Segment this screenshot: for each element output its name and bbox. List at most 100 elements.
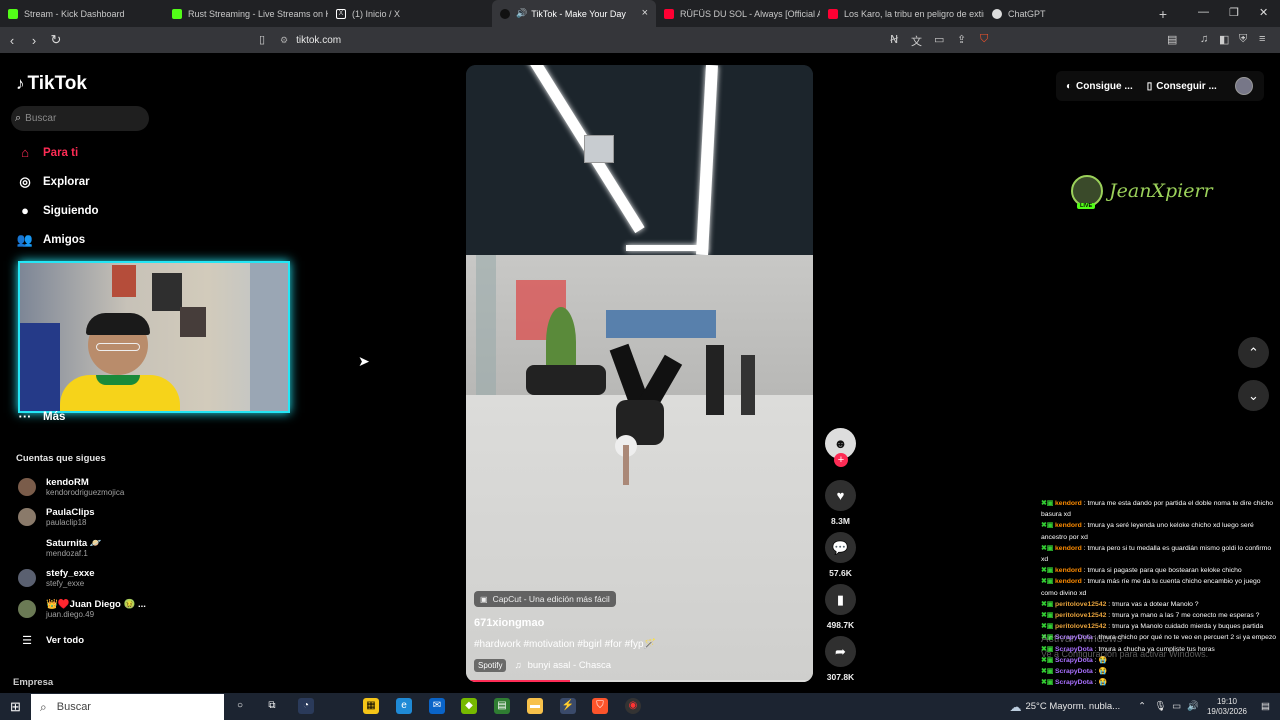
close-tab-icon[interactable]: × <box>642 7 648 19</box>
more-icon: ··· <box>18 409 32 424</box>
vpn-icon[interactable]: ⛨ <box>1239 33 1247 46</box>
browser-tab[interactable]: RÜFÜS DU SOL - Always [Official Au <box>656 0 820 27</box>
like-button[interactable]: ♥ 8.3M <box>825 480 856 526</box>
brave-shield-icon[interactable]: ⛉ <box>980 33 988 46</box>
chat-message: ✖▣ peritolove12542 : tmura ya Manolo cui… <box>1041 621 1277 632</box>
previous-video-button[interactable]: ⌃ <box>1238 337 1269 368</box>
sidebar-icon[interactable]: ▤ <box>1167 33 1177 46</box>
compass-icon: ◎ <box>19 174 31 189</box>
spotify-badge[interactable]: Spotify <box>474 659 507 672</box>
bookmark-icon[interactable]: ▯ <box>259 33 265 46</box>
notification-icon[interactable]: ▤ <box>1261 701 1270 712</box>
followed-account[interactable]: PaulaClips paulaclip18 <box>18 507 95 527</box>
browser-tab-active[interactable]: 🔊 TikTok - Make Your Day × <box>492 0 656 27</box>
video-author[interactable]: 671xiongmao <box>474 617 804 629</box>
close-window-icon[interactable]: ✕ <box>1259 6 1268 19</box>
chat-username: kendord <box>1055 567 1082 575</box>
clock[interactable]: 19:10 19/03/2026 <box>1207 697 1247 717</box>
video-caption: #hardwork #motivation #bgirl #for #fyp🪄 <box>474 639 656 650</box>
see-all-button[interactable]: ☰ Ver todo <box>18 634 84 647</box>
browser-tab[interactable]: X (1) Inicio / X <box>328 0 492 27</box>
company-link[interactable]: Empresa <box>13 677 53 688</box>
next-video-button[interactable]: ⌄ <box>1238 380 1269 411</box>
browser-tab[interactable]: Rust Streaming - Live Streams on Ki <box>164 0 328 27</box>
music-row[interactable]: Spotify ♫ bunyi asal - Chasca <box>474 659 804 672</box>
profile-avatar[interactable] <box>1234 77 1253 95</box>
chat-badge-icon: ✖▣ <box>1041 567 1056 575</box>
microphone-icon[interactable]: 🎙 <box>1154 701 1166 712</box>
coin-icon: ◐ <box>1066 80 1073 92</box>
get-coins-button[interactable]: ◐ Consigue ... <box>1066 81 1133 92</box>
panel-icon[interactable]: ◧ <box>1219 33 1229 46</box>
followed-account[interactable]: Saturnita 🪐 mendozaf.1 <box>18 538 102 558</box>
cortana-icon[interactable]: ○ <box>232 698 248 714</box>
cast-icon[interactable]: ▭ <box>934 33 944 46</box>
live-badge: LIVE <box>1077 203 1096 209</box>
restore-icon[interactable]: ❐ <box>1229 6 1239 19</box>
chatgpt-icon <box>992 8 1002 19</box>
get-app-button[interactable]: ▯ Conseguir ... <box>1147 81 1217 92</box>
chat-message: ✖▣ peritolove12542 : tmura ya mano a las… <box>1041 610 1277 621</box>
capcut-badge[interactable]: ▣ CapCut - Una edición más fácil <box>474 591 616 607</box>
chat-username: peritolove12542 <box>1055 612 1107 620</box>
menu-icon[interactable]: ≡ <box>1259 33 1265 45</box>
nav-explorar[interactable]: ◎ Explorar <box>16 174 89 190</box>
followed-account[interactable]: stefy_exxe stefy_exxe <box>18 568 95 588</box>
edge-icon[interactable]: e <box>396 698 412 714</box>
tiktok-logo[interactable]: ♪ TikTok <box>16 73 87 95</box>
following-icon: ● <box>21 203 29 218</box>
share-button[interactable]: ➦ 307.8K <box>825 636 856 682</box>
obs-icon[interactable]: ◉ <box>625 698 641 714</box>
windows-start-icon[interactable]: ⊞ <box>10 699 21 715</box>
media-icon[interactable]: ♫ <box>1200 33 1208 45</box>
brave-icon[interactable]: ⛉ <box>592 698 608 714</box>
weather-text[interactable]: 25°C Mayorm. nubla... <box>1025 701 1120 712</box>
browser-tab[interactable]: ChatGPT <box>984 0 1148 27</box>
capcut-icon: ▣ <box>480 594 488 604</box>
mail-icon[interactable]: ✉ <box>429 698 445 714</box>
follow-plus-icon[interactable]: + <box>834 453 848 467</box>
comment-button[interactable]: 💬 57.6K <box>825 532 856 578</box>
nav-para-ti[interactable]: ⌂ Para ti <box>16 145 78 160</box>
followed-account[interactable]: kendoRM kendorodriguezmojica <box>18 477 124 497</box>
store-icon[interactable]: ▦ <box>363 698 379 714</box>
reload-icon[interactable]: ↻ <box>46 32 66 48</box>
nav-mas[interactable]: ··· Más <box>16 409 66 424</box>
file-explorer-icon[interactable]: ▬ <box>527 698 543 714</box>
video-progress-bar[interactable] <box>466 680 813 682</box>
video-player[interactable]: ▣ CapCut - Una edición más fácil 671xiong… <box>466 65 813 682</box>
chat-message: ✖▣ ScrapyDota : 😭 <box>1041 666 1277 677</box>
nvidia-icon[interactable]: ◆ <box>461 698 477 714</box>
followed-account[interactable]: 👑♥️Juan Diego 🤢 ... juan.diego.49 <box>18 599 146 619</box>
new-tab-button[interactable]: + <box>1150 6 1176 22</box>
back-icon[interactable]: ‹ <box>2 33 22 48</box>
nav-siguiendo[interactable]: ● Siguiendo <box>16 203 99 218</box>
reader-icon[interactable]: Ꞥ <box>890 33 898 46</box>
site-info-icon[interactable]: ⚙ <box>280 35 288 46</box>
minimize-icon[interactable]: — <box>1198 6 1209 18</box>
app-icon[interactable]: ⚡ <box>560 698 576 714</box>
search-input[interactable]: ⌕ Buscar <box>11 106 149 131</box>
taskbar-search[interactable]: ⌕ Buscar <box>31 694 224 720</box>
chat-badge-icon: ✖▣ <box>1041 544 1056 552</box>
app-icon[interactable]: ◔ <box>298 698 314 714</box>
nav-amigos[interactable]: 👥 Amigos <box>16 232 85 248</box>
chat-username: kendord <box>1055 578 1082 586</box>
x-icon: X <box>336 8 346 19</box>
task-view-icon[interactable]: ⧉ <box>264 698 280 714</box>
chat-message: ✖▣ kendord : tmura ya seré leyenda uno k… <box>1041 520 1277 542</box>
translate-icon[interactable]: 文 <box>911 33 922 49</box>
share-arrow-icon: ➦ <box>825 636 856 667</box>
app-icon[interactable]: ▤ <box>494 698 510 714</box>
network-icon[interactable]: ▭ <box>1172 701 1181 712</box>
browser-tab[interactable]: Los Karo, la tribu en peligro de extin <box>820 0 984 27</box>
share-icon[interactable]: ⇪ <box>957 33 966 46</box>
tray-chevron-icon[interactable]: ⌃ <box>1138 701 1146 712</box>
forward-icon[interactable]: › <box>24 33 44 48</box>
avatar <box>18 600 36 618</box>
kick-icon <box>172 8 182 19</box>
browser-tab[interactable]: Stream - Kick Dashboard <box>0 0 164 27</box>
save-button[interactable]: ▮ 498.7K <box>825 584 856 630</box>
creator-avatar[interactable]: ☻ + <box>825 428 856 467</box>
volume-icon[interactable]: 🔊 <box>1187 701 1199 712</box>
